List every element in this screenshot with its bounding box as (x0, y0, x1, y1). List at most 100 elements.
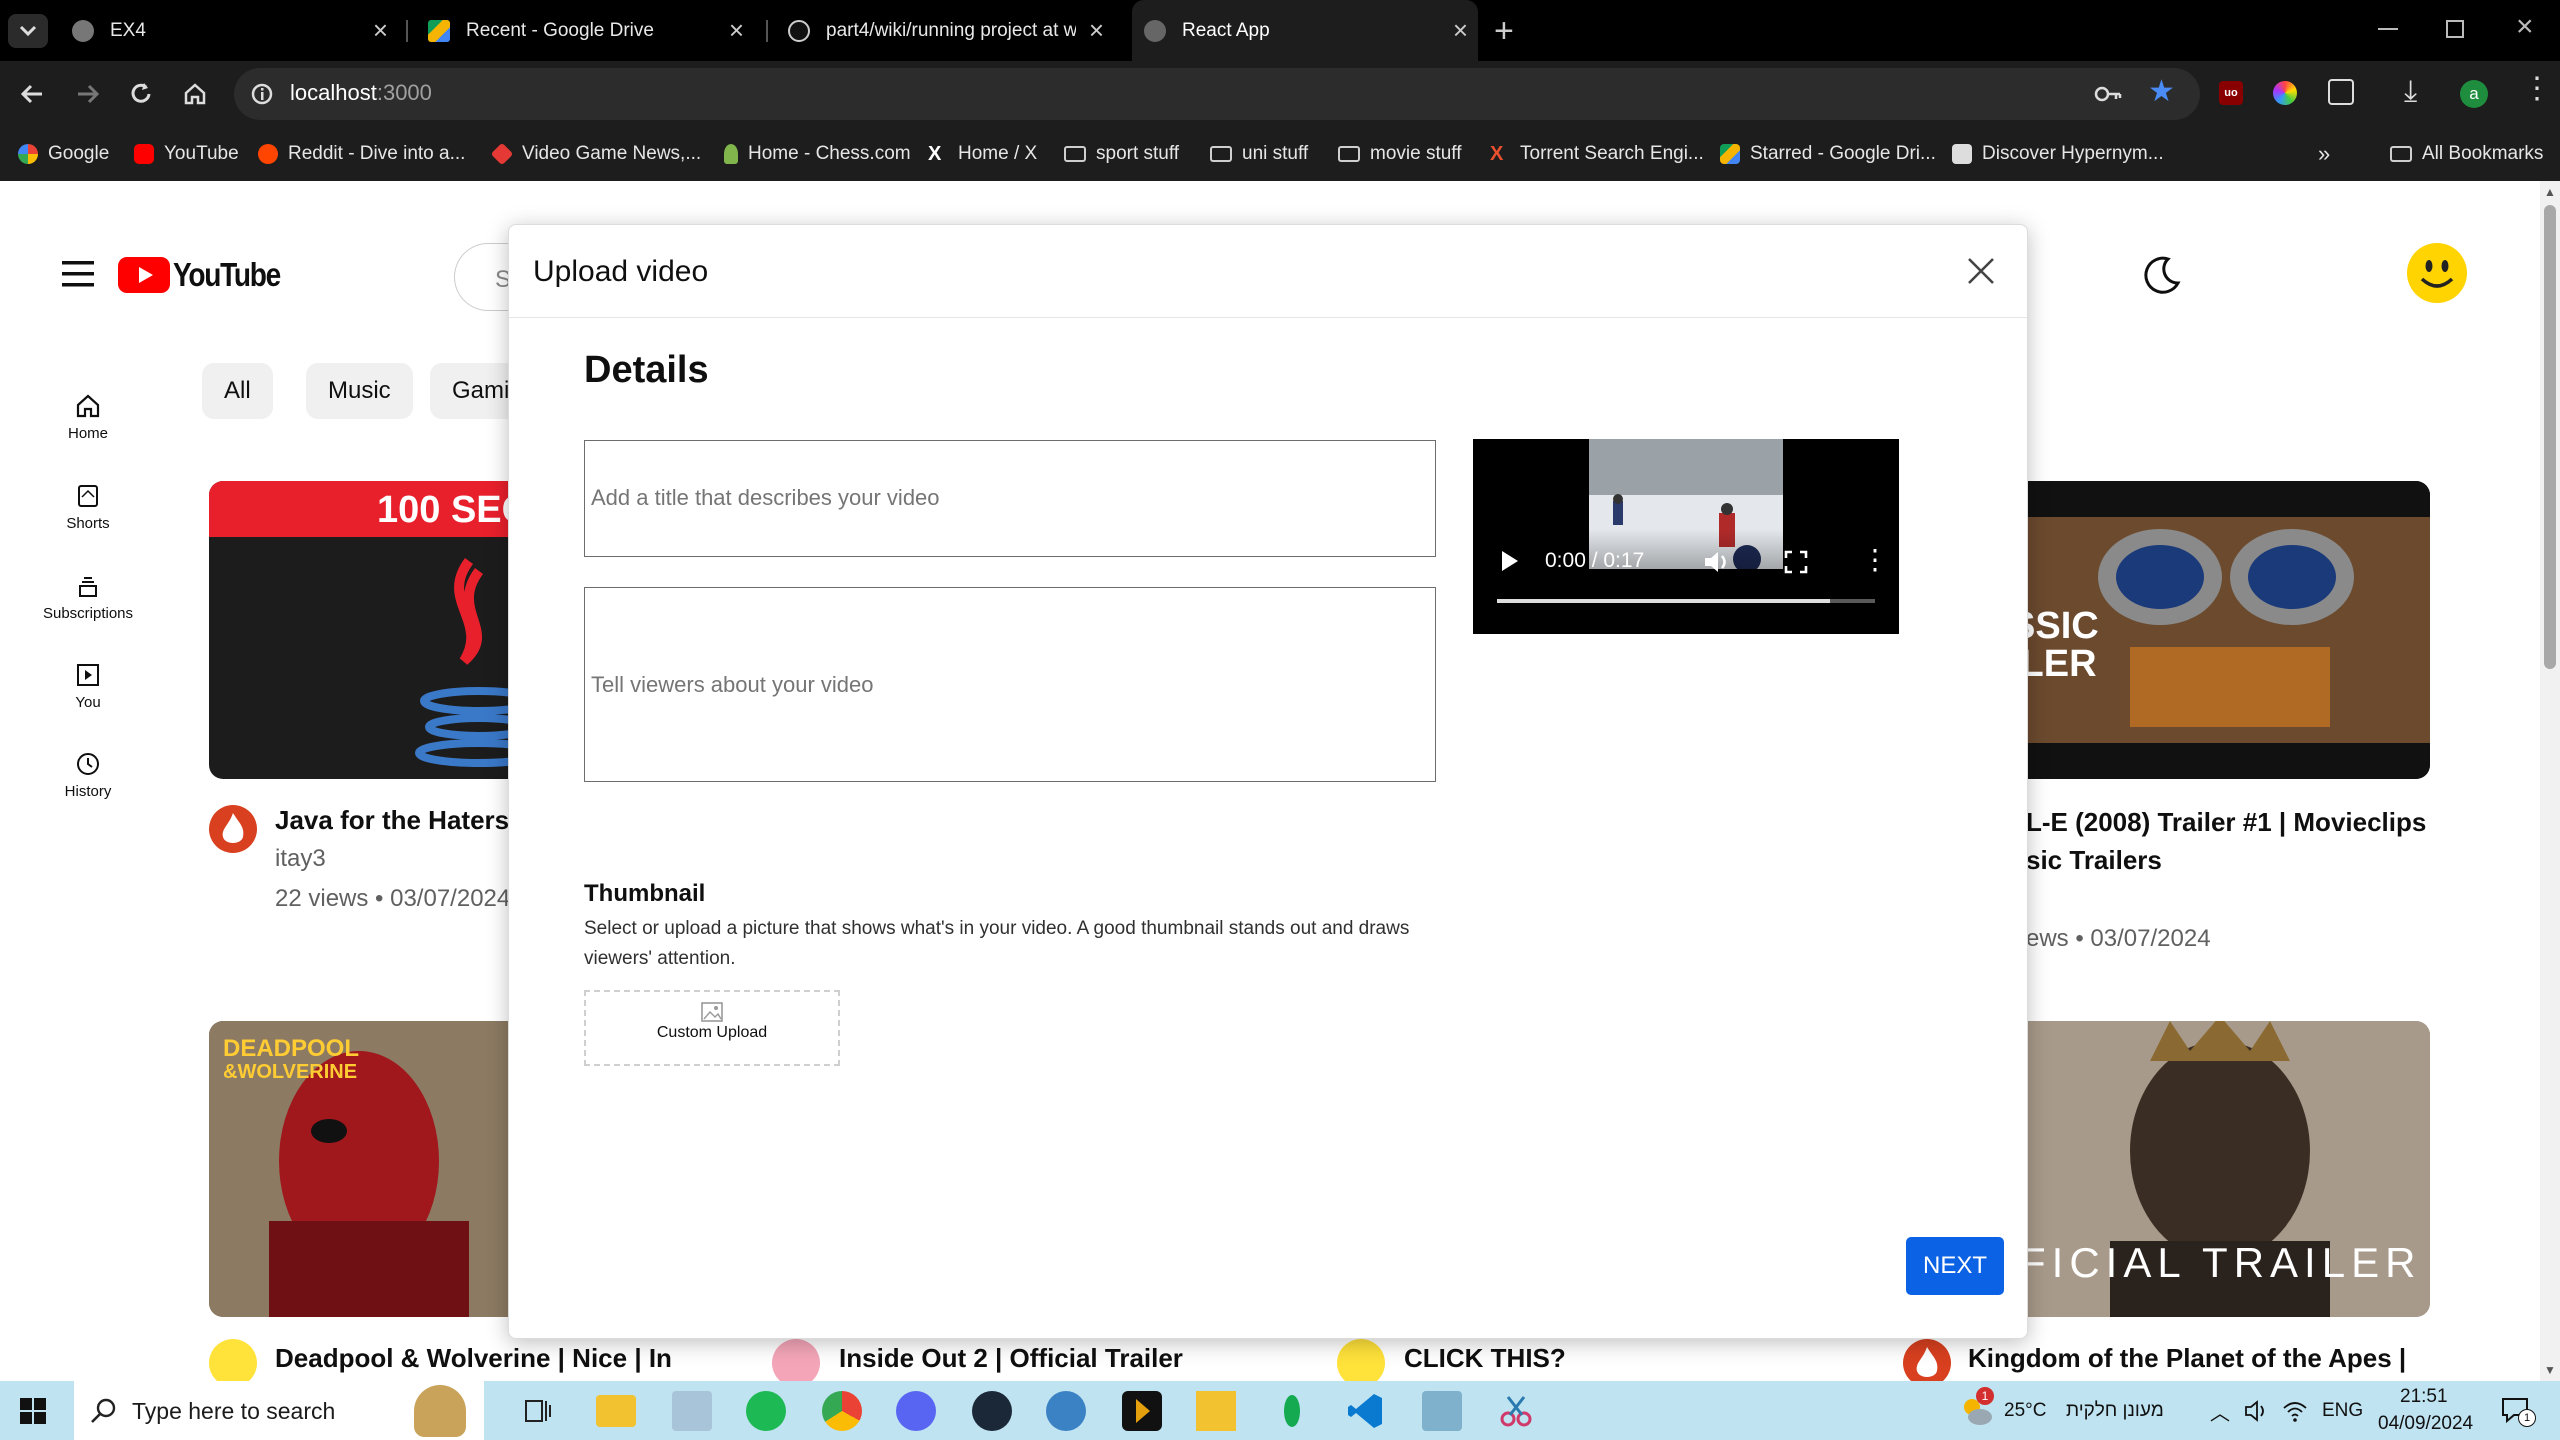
browser-menu-icon[interactable]: ⋮ (2522, 71, 2552, 106)
weather-widget[interactable]: 1 25°C מעונן חלקית (1958, 1387, 2188, 1431)
video-thumbnail-java[interactable]: 100 SECON (209, 481, 539, 779)
downloads-icon[interactable]: ⤓ (2404, 75, 2417, 109)
password-key-icon[interactable] (2094, 82, 2122, 106)
video-progress-track[interactable] (1497, 599, 1875, 603)
video-thumbnail-walle[interactable]: SSIC ILER (2010, 481, 2430, 779)
play-icon[interactable] (1499, 549, 1521, 573)
chip-all[interactable]: All (202, 363, 273, 419)
video-title-line2[interactable]: sic Trailers (2026, 845, 2162, 876)
color-picker-extension-icon[interactable] (2273, 81, 2297, 105)
bookmark-folder-movie-stuff[interactable]: movie stuff (1338, 140, 1462, 168)
bookmark-torrent-search[interactable]: X Torrent Search Engi... (1490, 140, 1704, 168)
snipping-tool-icon[interactable] (1496, 1391, 1536, 1431)
close-tab-icon[interactable]: × (373, 16, 388, 44)
spotify-icon[interactable] (746, 1391, 786, 1431)
clock-time[interactable]: 21:51 (2400, 1386, 2448, 1408)
input-language-indicator[interactable]: ENG (2322, 1400, 2363, 1422)
forward-button[interactable] (68, 75, 106, 113)
custom-upload-button[interactable]: Custom Upload (584, 990, 840, 1066)
site-info-icon[interactable] (250, 82, 274, 106)
close-icon[interactable] (1959, 249, 2003, 293)
video-title[interactable]: Inside Out 2 | Official Trailer (839, 1343, 1183, 1374)
close-tab-icon[interactable]: × (1453, 16, 1468, 44)
browser-tab-github[interactable]: part4/wiki/running project at w × (774, 0, 1114, 61)
bookmark-chess[interactable]: Home - Chess.com (724, 140, 911, 168)
video-title[interactable]: CLICK THIS? (1404, 1343, 1566, 1374)
bookmark-youtube[interactable]: YouTube (134, 140, 239, 168)
sidebar-item-you[interactable]: You (0, 662, 176, 711)
chip-music[interactable]: Music (306, 363, 413, 419)
volume-icon[interactable] (1703, 549, 1731, 575)
channel-avatar[interactable] (1903, 1339, 1951, 1381)
video-thumbnail-apes[interactable]: FICIAL TRAILER (2010, 1021, 2430, 1317)
new-tab-button[interactable]: + (1494, 12, 1514, 51)
home-button[interactable] (176, 75, 214, 113)
sidebar-item-subscriptions[interactable]: Subscriptions (0, 573, 176, 622)
task-view-icon[interactable] (518, 1391, 558, 1431)
video-thumbnail-deadpool[interactable]: DEADPOOL &WOLVERINE (209, 1021, 539, 1317)
back-button[interactable] (14, 75, 52, 113)
windows-start-icon[interactable] (20, 1398, 46, 1424)
bookmark-video-game-news[interactable]: Video Game News,... (490, 140, 701, 168)
qbittorrent-icon[interactable] (1046, 1391, 1086, 1431)
notification-center-button[interactable]: 1 (2500, 1395, 2536, 1427)
bookmark-star-icon[interactable]: ★ (2148, 74, 2175, 109)
chrome-icon[interactable] (822, 1391, 862, 1431)
discord-icon[interactable] (896, 1391, 936, 1431)
video-title[interactable]: Java for the Haters (275, 805, 509, 836)
dark-mode-moon-icon[interactable] (2140, 253, 2184, 297)
scroll-down-icon[interactable]: ▼ (2544, 1363, 2556, 1377)
reload-button[interactable] (122, 75, 160, 113)
browser-tab-react-app[interactable]: React App × (1132, 0, 1478, 61)
profile-avatar[interactable]: a (2460, 80, 2488, 108)
user-avatar[interactable] (2407, 243, 2467, 303)
video-title-input[interactable]: Add a title that describes your video (584, 440, 1436, 557)
close-tab-icon[interactable]: × (729, 16, 744, 44)
steam-icon[interactable] (972, 1391, 1012, 1431)
all-bookmarks-button[interactable]: All Bookmarks (2390, 140, 2543, 168)
channel-avatar[interactable] (772, 1339, 820, 1381)
video-options-icon[interactable]: ⋮ (1861, 543, 1889, 576)
sidebar-item-shorts[interactable]: Shorts (0, 483, 176, 532)
video-title[interactable]: Kingdom of the Planet of the Apes | (1968, 1343, 2406, 1374)
mongodb-compass-icon[interactable] (1272, 1391, 1312, 1431)
bookmark-hypernym[interactable]: Discover Hypernym... (1952, 140, 2164, 168)
close-tab-icon[interactable]: × (1089, 16, 1104, 44)
bookmark-x[interactable]: X Home / X (928, 140, 1037, 168)
bookmark-folder-sport-stuff[interactable]: sport stuff (1064, 140, 1179, 168)
tab-search-dropdown-button[interactable] (8, 14, 48, 48)
bookmark-google[interactable]: Google (18, 140, 109, 168)
channel-avatar[interactable] (209, 805, 257, 853)
bookmark-folder-uni-stuff[interactable]: uni stuff (1210, 140, 1308, 168)
more-bookmarks-chevron-icon[interactable]: » (2318, 140, 2330, 168)
ublock-extension-icon[interactable]: uo (2219, 81, 2243, 105)
hamburger-menu-icon[interactable] (62, 261, 96, 287)
bookmark-reddit[interactable]: Reddit - Dive into a... (258, 140, 465, 168)
channel-avatar[interactable] (1337, 1339, 1385, 1381)
address-bar[interactable]: localhost:3000 ★ (234, 68, 2200, 120)
url-text[interactable]: localhost:3000 (290, 80, 432, 106)
bookmark-starred-drive[interactable]: Starred - Google Dri... (1720, 140, 1936, 168)
taskbar-search-box[interactable]: Type here to search (74, 1381, 484, 1440)
minimize-window-button[interactable] (2378, 28, 2398, 30)
vscode-icon[interactable] (1346, 1391, 1386, 1431)
next-button[interactable]: NEXT (1906, 1237, 2004, 1295)
clock-date[interactable]: 04/09/2024 (2378, 1413, 2473, 1435)
sidebar-item-home[interactable]: Home (0, 393, 176, 442)
channel-name[interactable]: itay3 (275, 845, 326, 873)
fullscreen-icon[interactable] (1783, 549, 1809, 575)
browser-tab-google-drive[interactable]: Recent - Google Drive × (414, 0, 754, 61)
app-icon-yellow[interactable] (1196, 1391, 1236, 1431)
speaker-icon[interactable] (2244, 1399, 2270, 1423)
scrollbar-thumb[interactable] (2544, 205, 2556, 669)
file-explorer-icon[interactable] (596, 1395, 636, 1427)
tray-overflow-chevron-icon[interactable]: ︿ (2210, 1397, 2230, 1426)
plex-icon[interactable] (1122, 1391, 1162, 1431)
wifi-icon[interactable] (2282, 1399, 2308, 1423)
video-title[interactable]: Deadpool & Wolverine | Nice | In (275, 1343, 672, 1374)
sidebar-item-history[interactable]: History (0, 751, 176, 800)
app-icon-blue[interactable] (1422, 1391, 1462, 1431)
page-scrollbar[interactable]: ▲ ▼ (2540, 181, 2560, 1381)
restore-window-button[interactable] (2446, 20, 2464, 38)
scroll-up-icon[interactable]: ▲ (2544, 185, 2556, 199)
